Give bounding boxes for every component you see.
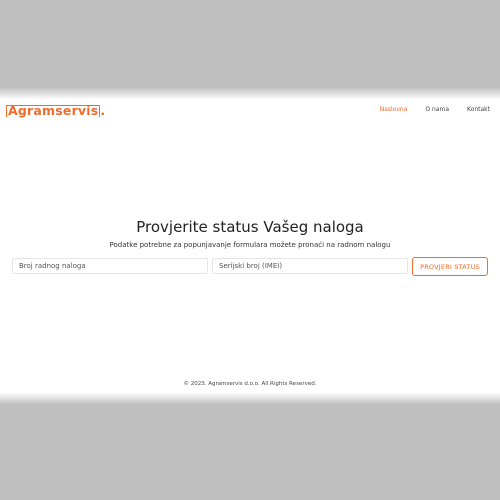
logo-wordmark: Agramservis bbox=[6, 103, 101, 118]
header-shadow bbox=[0, 88, 500, 100]
page-subtitle: Podatke potrebne za popunjavanje formula… bbox=[109, 241, 391, 249]
nav-item-kontakt[interactable]: Kontakt bbox=[467, 106, 490, 113]
serial-number-input[interactable] bbox=[212, 258, 408, 274]
nav-item-o-nama[interactable]: O nama bbox=[425, 106, 449, 113]
order-number-input[interactable] bbox=[12, 258, 208, 274]
main-nav: Naslovna O nama Kontakt bbox=[380, 106, 490, 113]
logo-dot: . bbox=[100, 103, 106, 118]
nav-item-naslovna[interactable]: Naslovna bbox=[380, 106, 408, 113]
brand-logo[interactable]: Agramservis. bbox=[6, 103, 105, 118]
footer-shadow bbox=[0, 392, 500, 404]
footer-copyright: © 2023. Agramservis d.o.o. All Rights Re… bbox=[183, 381, 317, 387]
check-status-button[interactable]: PROVJERI STATUS bbox=[412, 257, 488, 276]
page-title: Provjerite status Vašeg naloga bbox=[136, 218, 364, 236]
